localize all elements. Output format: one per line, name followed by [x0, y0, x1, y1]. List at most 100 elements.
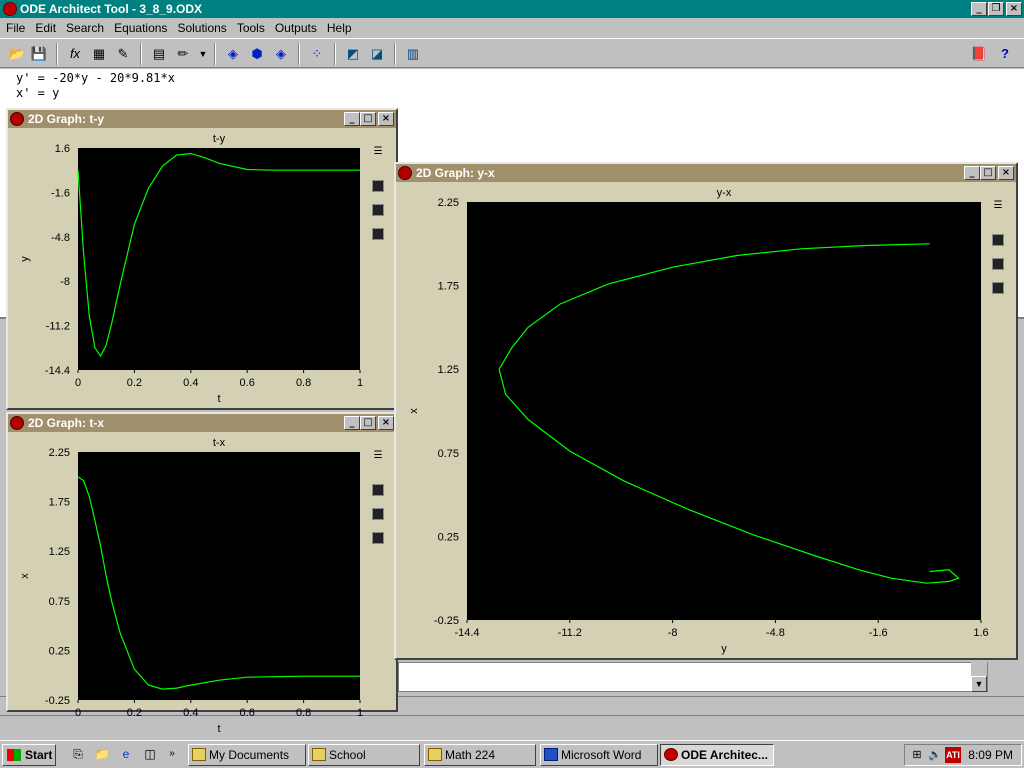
y-tick-label: 1.25 [49, 546, 70, 558]
settings-icon[interactable] [990, 280, 1006, 296]
book-icon[interactable]: 📕 [968, 43, 990, 65]
series-line [77, 476, 360, 690]
system-tray: ⊞ 🔈 ATI 8:09 PM [904, 744, 1022, 766]
animate-icon[interactable]: ◪ [366, 43, 388, 65]
zoom-icon[interactable] [990, 232, 1006, 248]
network-icon[interactable]: ⊞ [909, 747, 925, 763]
menu-tools[interactable]: Tools [233, 18, 269, 38]
x-axis-label: t [217, 723, 220, 735]
browser-icon[interactable]: e [118, 746, 134, 762]
phase-icon[interactable]: ◩ [342, 43, 364, 65]
x-tick-label: 0 [75, 377, 81, 389]
graph-3d-icon[interactable]: ⬢ [246, 43, 268, 65]
app-title-bar: ODE Architect Tool - 3_8_9.ODX _ ❐ × [0, 0, 1024, 18]
y-tick-label: -0.25 [434, 615, 459, 627]
task-label: ODE Architec... [681, 748, 768, 762]
menu-solutions[interactable]: Solutions [173, 18, 230, 38]
zoom-icon[interactable] [370, 178, 386, 194]
task-school[interactable]: School [308, 744, 420, 766]
chart-svg: y-x -14.4 -11.2 -8 -4.8 -1.6 1.6 2.25 1.75 1.25 0.… [408, 187, 989, 655]
help-icon[interactable]: ? [994, 43, 1016, 65]
toolbar-separator [334, 43, 336, 65]
legend-icon[interactable]: ☰ [990, 198, 1006, 214]
y-tick-label: 0.75 [438, 448, 459, 460]
windows-logo-icon [7, 749, 21, 761]
desktop-icon[interactable]: ⎘ [70, 746, 86, 762]
x-tick-label: -11.2 [558, 627, 582, 639]
y-tick-label: 1.75 [49, 497, 70, 509]
function-icon[interactable]: fx [64, 43, 86, 65]
y-tick-label: 0.75 [49, 596, 70, 608]
y-tick-label: -0.25 [45, 695, 70, 707]
menu-bar: File Edit Search Equations Solutions Tools Out… [0, 18, 1024, 38]
y-axis-label: x [408, 408, 420, 414]
open-icon[interactable]: 📂 [6, 43, 28, 65]
calculator-icon[interactable]: ▤ [148, 43, 170, 65]
legend-icon[interactable]: ☰ [370, 144, 386, 160]
export-icon[interactable]: ▥ [402, 43, 424, 65]
pencil-icon[interactable]: ✏ [172, 43, 194, 65]
volume-icon[interactable]: 🔈 [927, 747, 943, 763]
start-button[interactable]: Start [2, 744, 56, 766]
plot-title: t-y [213, 133, 226, 145]
clock: 8:09 PM [968, 748, 1013, 762]
restore-icon[interactable]: ❐ [988, 2, 1004, 16]
ati-icon[interactable]: ATI [945, 747, 961, 763]
task-math-224[interactable]: Math 224 [424, 744, 536, 766]
y-tick-label: 1.6 [55, 143, 70, 155]
save-icon[interactable]: 💾 [28, 43, 50, 65]
x-tick-label: 1 [357, 707, 363, 719]
x-tick-label: 0.8 [296, 707, 311, 719]
x-tick-label: -14.4 [454, 627, 479, 639]
x-tick-label: 0.6 [240, 377, 255, 389]
x-tick-label: 1 [357, 377, 363, 389]
x-tick-label: 0.2 [127, 377, 142, 389]
menu-outputs[interactable]: Outputs [271, 18, 321, 38]
copy-icon[interactable] [370, 506, 386, 522]
x-tick-label: 0 [75, 707, 81, 719]
menu-search[interactable]: Search [62, 18, 108, 38]
menu-file[interactable]: File [2, 18, 29, 38]
settings-icon[interactable] [370, 226, 386, 242]
y-tick-label: 2.25 [49, 447, 70, 459]
output-scrollbar[interactable]: ▼ [971, 662, 987, 692]
edit-solutions-icon[interactable]: ✎ [112, 43, 134, 65]
table-icon[interactable]: ▦ [88, 43, 110, 65]
y-tick-label: 2.25 [438, 197, 459, 209]
channels-icon[interactable]: ◫ [142, 746, 158, 762]
menu-edit[interactable]: Edit [31, 18, 60, 38]
task-ode-architect[interactable]: ODE Architec... [660, 744, 774, 766]
output-text-area[interactable] [398, 662, 988, 692]
task-my-documents[interactable]: My Documents [188, 744, 306, 766]
equation-line: x' = y [16, 86, 60, 100]
scatter-icon[interactable]: ⁘ [306, 43, 328, 65]
task-microsoft-word[interactable]: Microsoft Word [540, 744, 658, 766]
graph-multi-icon[interactable]: ◈ [270, 43, 292, 65]
x-axis-label: y [721, 643, 727, 655]
menu-equations[interactable]: Equations [110, 18, 171, 38]
folder-icon[interactable]: 📁 [94, 746, 110, 762]
close-icon[interactable]: × [1006, 2, 1022, 16]
menu-help[interactable]: Help [323, 18, 356, 38]
copy-icon[interactable] [370, 202, 386, 218]
graph-add-icon[interactable]: ◈ [222, 43, 244, 65]
more-icon[interactable]: » [164, 746, 180, 762]
settings-icon[interactable] [370, 530, 386, 546]
series-line [77, 152, 360, 358]
graph-window-t-y: 2D Graph: t-y _ □ × t-y 0 0.2 0.4 0.6 0.8 1 1.6… [6, 108, 398, 410]
minimize-icon[interactable]: _ [971, 2, 987, 16]
x-tick-label: -8 [668, 627, 678, 639]
y-tick-label: -14.4 [45, 365, 70, 377]
scroll-down-icon[interactable]: ▼ [971, 676, 987, 692]
graph-window-y-x: 2D Graph: y-x _ □ × y-x -14.4 -11.2 -8 -4.8-… [394, 162, 1018, 660]
app-logo-icon [664, 748, 678, 761]
task-label: Math 224 [445, 748, 496, 762]
task-label: Microsoft Word [561, 748, 642, 762]
copy-icon[interactable] [990, 256, 1006, 272]
series-line [498, 243, 960, 584]
dropdown-icon[interactable]: ▼ [192, 43, 214, 65]
x-axis-label: t [217, 393, 220, 405]
legend-icon[interactable]: ☰ [370, 448, 386, 464]
zoom-icon[interactable] [370, 482, 386, 498]
x-tick-label: 0.4 [183, 707, 198, 719]
